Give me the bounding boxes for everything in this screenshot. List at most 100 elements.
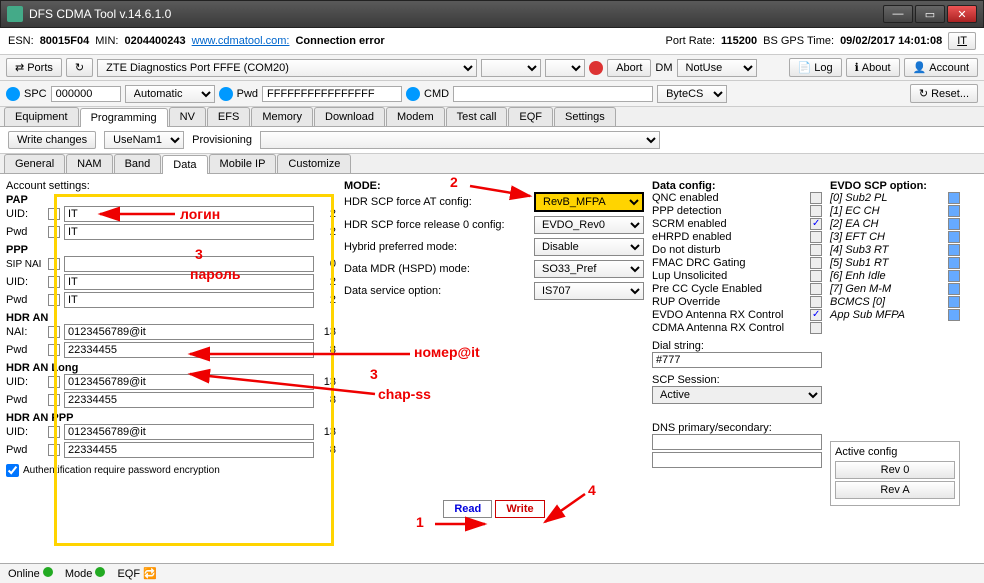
tab-memory[interactable]: Memory <box>251 107 313 126</box>
cfg-dnd-cb[interactable] <box>810 244 822 256</box>
hdran-nai-checkbox[interactable] <box>48 326 60 338</box>
tab-equipment[interactable]: Equipment <box>4 107 79 126</box>
hdranppp-uid-checkbox[interactable] <box>48 426 60 438</box>
account-button[interactable]: 👤 Account <box>904 58 978 77</box>
cfg-ehrpd-cb[interactable] <box>810 231 822 243</box>
dns-secondary-input[interactable] <box>652 452 822 468</box>
scp-session-select[interactable]: Active <box>652 386 822 404</box>
sipnai-checkbox[interactable] <box>48 258 60 270</box>
tab-efs[interactable]: EFS <box>207 107 250 126</box>
pap-uid-input[interactable] <box>64 206 314 222</box>
scp-6-cb[interactable] <box>948 270 960 282</box>
hdranlong-uid-checkbox[interactable] <box>48 376 60 388</box>
subtab-general[interactable]: General <box>4 154 65 173</box>
scp-8-cb[interactable] <box>948 296 960 308</box>
it-button[interactable]: IT <box>948 32 976 50</box>
cfg-ppp-cb[interactable] <box>810 205 822 217</box>
write-changes-button[interactable]: Write changes <box>8 131 96 149</box>
bytecs-select[interactable]: ByteCS <box>657 85 727 103</box>
dm-select[interactable]: NotUse <box>677 59 757 77</box>
close-button[interactable]: ✕ <box>947 5 977 23</box>
hdranlong-uid-input[interactable] <box>64 374 314 390</box>
cfg-precc-cb[interactable] <box>810 283 822 295</box>
tab-settings[interactable]: Settings <box>554 107 616 126</box>
hdranlong-pwd-input[interactable] <box>64 392 314 408</box>
hdran-pwd-checkbox[interactable] <box>48 344 60 356</box>
auth-checkbox[interactable] <box>6 464 19 477</box>
reva-button[interactable]: Rev A <box>835 481 955 499</box>
scp-7-cb[interactable] <box>948 283 960 295</box>
cmd-input[interactable] <box>453 86 653 102</box>
tab-download[interactable]: Download <box>314 107 385 126</box>
tab-programming[interactable]: Programming <box>80 108 168 127</box>
subtab-customize[interactable]: Customize <box>277 154 351 173</box>
hdranlong-pwd-checkbox[interactable] <box>48 394 60 406</box>
subtab-mobileip[interactable]: Mobile IP <box>209 154 277 173</box>
pap-pwd-input[interactable] <box>64 224 314 240</box>
log-button[interactable]: 📄 Log <box>789 58 842 77</box>
ppp-uid-checkbox[interactable] <box>48 276 60 288</box>
subtab-band[interactable]: Band <box>114 154 162 173</box>
refresh-port-button[interactable]: ↻ <box>66 58 93 77</box>
subtab-nam[interactable]: NAM <box>66 154 112 173</box>
tab-testcall[interactable]: Test call <box>446 107 508 126</box>
cmd-play-icon[interactable] <box>406 87 420 101</box>
extra-select-2[interactable] <box>545 59 585 77</box>
dns-primary-input[interactable] <box>652 434 822 450</box>
scp-2-cb[interactable] <box>948 218 960 230</box>
ppp-pwd-checkbox[interactable] <box>48 294 60 306</box>
cfg-lup-cb[interactable] <box>810 270 822 282</box>
hdr-scp-at-select[interactable]: RevB_MFPA <box>534 192 644 212</box>
hdr-scp-rel0-select[interactable]: EVDO_Rev0 <box>534 216 644 234</box>
sipnai-input[interactable] <box>64 256 314 272</box>
dial-input[interactable] <box>652 352 822 368</box>
hdranppp-pwd-input[interactable] <box>64 442 314 458</box>
tab-nv[interactable]: NV <box>169 107 206 126</box>
scp-9-cb[interactable] <box>948 309 960 321</box>
scp-5-cb[interactable] <box>948 257 960 269</box>
pwd-input[interactable] <box>262 86 402 102</box>
rev0-button[interactable]: Rev 0 <box>835 461 955 479</box>
scp-4-cb[interactable] <box>948 244 960 256</box>
hdran-nai-input[interactable] <box>64 324 314 340</box>
scp-1-cb[interactable] <box>948 205 960 217</box>
cfg-fmac-cb[interactable] <box>810 257 822 269</box>
hybrid-mode-select[interactable]: Disable <box>534 238 644 256</box>
scp-3-cb[interactable] <box>948 231 960 243</box>
cfg-cdmaant-cb[interactable] <box>810 322 822 334</box>
about-button[interactable]: ℹ About <box>846 58 900 77</box>
abort-button[interactable]: Abort <box>607 59 651 77</box>
spc-mode-select[interactable]: Automatic <box>125 85 215 103</box>
ports-button[interactable]: ⇄ Ports <box>6 58 62 77</box>
pwd-play-icon[interactable] <box>219 87 233 101</box>
cfg-scrm-cb[interactable] <box>810 218 822 230</box>
tab-modem[interactable]: Modem <box>386 107 445 126</box>
minimize-button[interactable]: — <box>883 5 913 23</box>
extra-select-1[interactable] <box>481 59 541 77</box>
tab-eqf[interactable]: EQF <box>508 107 553 126</box>
hdran-pwd-input[interactable] <box>64 342 314 358</box>
cfg-qnc-cb[interactable] <box>810 192 822 204</box>
port-select[interactable]: ZTE Diagnostics Port FFFE (COM20) <box>97 59 477 77</box>
cfg-rup-cb[interactable] <box>810 296 822 308</box>
hdranppp-uid-input[interactable] <box>64 424 314 440</box>
provisioning-select[interactable] <box>260 131 660 149</box>
spc-input[interactable] <box>51 86 121 102</box>
read-button[interactable]: Read <box>443 500 492 518</box>
reset-button[interactable]: ↻ Reset... <box>910 84 978 103</box>
ppp-uid-input[interactable] <box>64 274 314 290</box>
hdranppp-pwd-checkbox[interactable] <box>48 444 60 456</box>
usenam-select[interactable]: UseNam1 <box>104 131 184 149</box>
scp-0-cb[interactable] <box>948 192 960 204</box>
data-service-select[interactable]: IS707 <box>534 282 644 300</box>
cdmatool-link[interactable]: www.cdmatool.com: <box>192 35 290 47</box>
maximize-button[interactable]: ▭ <box>915 5 945 23</box>
spc-play-icon[interactable] <box>6 87 20 101</box>
pap-pwd-checkbox[interactable] <box>48 226 60 238</box>
ppp-pwd-input[interactable] <box>64 292 314 308</box>
pap-uid-checkbox[interactable] <box>48 208 60 220</box>
data-mdr-select[interactable]: SO33_Pref <box>534 260 644 278</box>
cfg-evdoant-cb[interactable] <box>810 309 822 321</box>
write-button[interactable]: Write <box>495 500 544 518</box>
subtab-data[interactable]: Data <box>162 155 207 174</box>
